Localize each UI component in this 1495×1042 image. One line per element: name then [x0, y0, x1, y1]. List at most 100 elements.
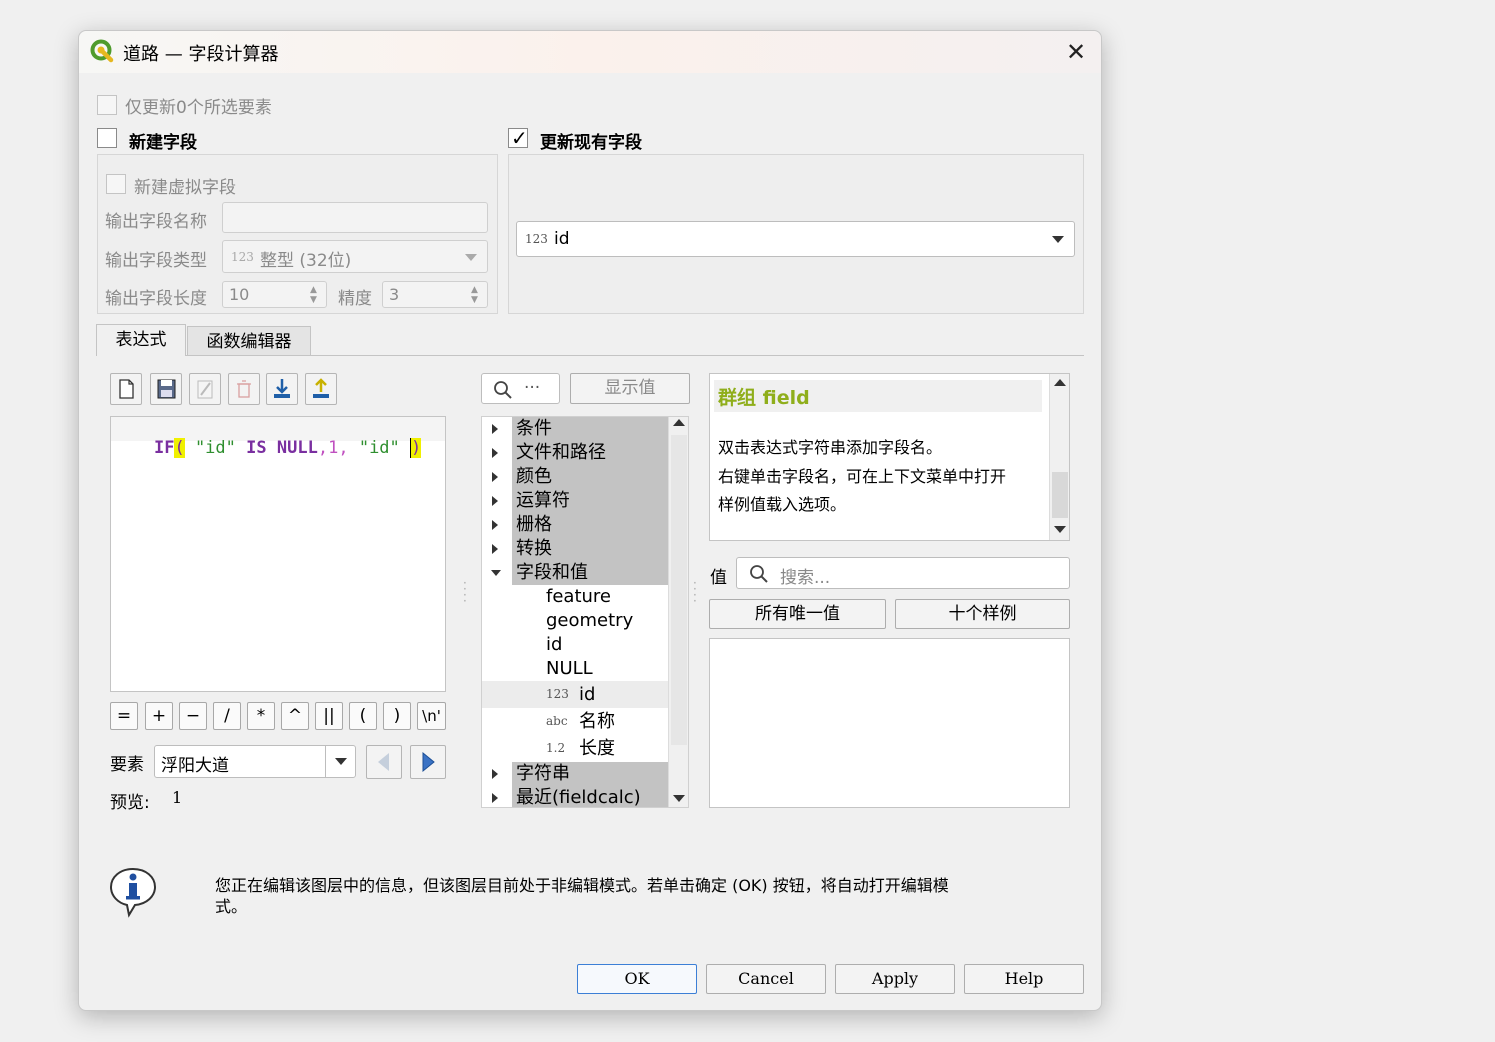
cancel-button[interactable]: Cancel — [706, 964, 826, 994]
spin-down-icon[interactable]: ▼ — [471, 295, 478, 305]
ok-button[interactable]: OK — [577, 964, 697, 994]
update-field-checkbox[interactable] — [508, 126, 528, 150]
spin-up-icon[interactable]: ▲ — [471, 285, 478, 295]
previous-feature-button[interactable] — [366, 745, 402, 779]
tree-item[interactable]: NULL — [482, 657, 668, 681]
operator-minus-button[interactable]: − — [179, 702, 207, 730]
expand-arrow-icon[interactable] — [492, 448, 498, 458]
existing-field-value: id — [554, 229, 570, 249]
scroll-up-icon[interactable] — [1054, 379, 1066, 386]
expand-arrow-icon[interactable] — [492, 424, 498, 434]
tab-expression[interactable]: 表达式 — [96, 324, 186, 356]
precision-spinbox[interactable]: 3 ▲ ▼ — [382, 281, 488, 308]
code-comma: , — [338, 438, 349, 458]
integer-type-icon: 123 — [546, 687, 569, 701]
help-scrollbar[interactable] — [1049, 374, 1069, 540]
values-search-input[interactable]: 搜索... — [736, 557, 1070, 589]
search-icon — [750, 565, 768, 583]
output-type-value: 整型 (32位) — [260, 251, 352, 271]
new-file-icon[interactable] — [110, 373, 142, 405]
close-icon[interactable]: ✕ — [1062, 38, 1090, 66]
tree-scrollbar[interactable] — [668, 417, 688, 807]
expand-arrow-icon[interactable] — [492, 520, 498, 530]
expression-code: IF( "id" IS NULL,1, "id" ) — [113, 418, 422, 478]
search-placeholder: ··· — [524, 378, 541, 398]
save-icon[interactable] — [150, 373, 182, 405]
scroll-down-icon[interactable] — [1054, 526, 1066, 533]
help-button[interactable]: Help — [964, 964, 1084, 994]
window-title: 道路 — 字段计算器 — [123, 44, 279, 65]
edit-icon[interactable] — [189, 373, 221, 405]
expand-arrow-icon[interactable] — [492, 472, 498, 482]
scroll-thumb[interactable] — [1052, 472, 1068, 518]
delete-icon[interactable] — [228, 373, 260, 405]
help-line: 样例值载入选项。 — [718, 495, 847, 514]
tree-item[interactable]: feature — [482, 585, 668, 609]
operator-concat-button[interactable]: || — [315, 702, 343, 730]
feature-select[interactable]: 浮阳大道 — [154, 745, 356, 778]
only-selected-label: 仅更新0个所选要素 — [125, 98, 272, 118]
operator-newline-button[interactable]: \n' — [417, 702, 446, 730]
tab-function-editor[interactable]: 函数编辑器 — [187, 326, 311, 355]
output-type-select[interactable]: 123 整型 (32位) — [222, 240, 488, 273]
output-length-spinbox[interactable]: 10 ▲ ▼ — [222, 281, 327, 308]
feature-value: 浮阳大道 — [161, 756, 229, 776]
help-line: 双击表达式字符串添加字段名。 — [718, 438, 943, 457]
code-number: 1 — [328, 438, 339, 458]
spin-up-icon[interactable]: ▲ — [310, 285, 317, 295]
show-values-button[interactable]: 显示值 — [570, 373, 690, 404]
preview-label: 预览: — [110, 793, 150, 813]
code-bracket: ) — [410, 438, 422, 458]
export-icon[interactable] — [305, 373, 337, 405]
precision-label: 精度 — [338, 289, 372, 309]
text-type-icon: abc — [546, 714, 568, 728]
import-icon[interactable] — [266, 373, 298, 405]
tree-field-item-selected[interactable]: 123 id — [482, 681, 668, 708]
operator-plus-button[interactable]: + — [145, 702, 173, 730]
new-field-checkbox[interactable] — [97, 128, 117, 148]
function-search-input[interactable]: ··· — [481, 373, 560, 404]
apply-button[interactable]: Apply — [835, 964, 955, 994]
help-panel: 群组 field 双击表达式字符串添加字段名。 右键单击字段名，可在上下文菜单中… — [709, 373, 1070, 541]
expand-arrow-icon[interactable] — [492, 544, 498, 554]
output-name-input[interactable] — [222, 202, 488, 233]
info-message-line: 您正在编辑该图层中的信息，但该图层目前处于非编辑模式。若单击确定 (OK) 按钮… — [215, 876, 949, 895]
scroll-thumb[interactable] — [671, 435, 687, 745]
virtual-field-checkbox[interactable] — [106, 174, 126, 194]
only-selected-checkbox[interactable] — [97, 95, 117, 115]
operator-power-button[interactable]: ^ — [281, 702, 309, 730]
values-search-placeholder: 搜索... — [780, 568, 831, 588]
tree-field-item[interactable]: abc 名称 — [482, 708, 668, 735]
function-tree[interactable]: 条件 文件和路径 颜色 运算符 栅格 转换 字段和值 feature geome… — [481, 416, 689, 808]
splitter-handle[interactable]: · · · · — [693, 577, 697, 607]
all-unique-values-button[interactable]: 所有唯一值 — [709, 599, 886, 629]
splitter-handle[interactable]: · · · · — [463, 577, 467, 607]
spin-down-icon[interactable]: ▼ — [310, 295, 317, 305]
feature-label: 要素 — [110, 755, 144, 775]
scroll-down-icon[interactable] — [673, 795, 685, 802]
code-keyword: IS — [246, 438, 267, 458]
tree-field-item[interactable]: 1.2 长度 — [482, 735, 668, 762]
expand-arrow-icon[interactable] — [492, 793, 498, 803]
expression-editor[interactable]: IF( "id" IS NULL,1, "id" ) — [110, 416, 446, 692]
operator-multiply-button[interactable]: * — [247, 702, 275, 730]
operator-equals-button[interactable]: = — [110, 702, 138, 730]
ten-samples-button[interactable]: 十个样例 — [895, 599, 1070, 629]
new-field-label: 新建字段 — [129, 133, 197, 153]
next-feature-button[interactable] — [410, 745, 446, 779]
info-icon — [108, 866, 158, 918]
scroll-up-icon[interactable] — [673, 419, 685, 426]
tree-item[interactable]: id — [482, 633, 668, 657]
expand-arrow-icon[interactable] — [492, 769, 498, 779]
existing-field-select[interactable]: 123 id — [516, 221, 1075, 257]
collapse-arrow-icon[interactable] — [491, 570, 501, 576]
values-label: 值 — [710, 568, 727, 588]
values-list[interactable] — [709, 638, 1070, 808]
code-keyword: NULL — [276, 438, 318, 458]
expand-arrow-icon[interactable] — [492, 496, 498, 506]
virtual-field-label: 新建虚拟字段 — [134, 178, 236, 198]
operator-open-paren-button[interactable]: ( — [349, 702, 377, 730]
operator-close-paren-button[interactable]: ) — [383, 702, 411, 730]
operator-divide-button[interactable]: / — [213, 702, 241, 730]
tree-item[interactable]: geometry — [482, 609, 668, 633]
